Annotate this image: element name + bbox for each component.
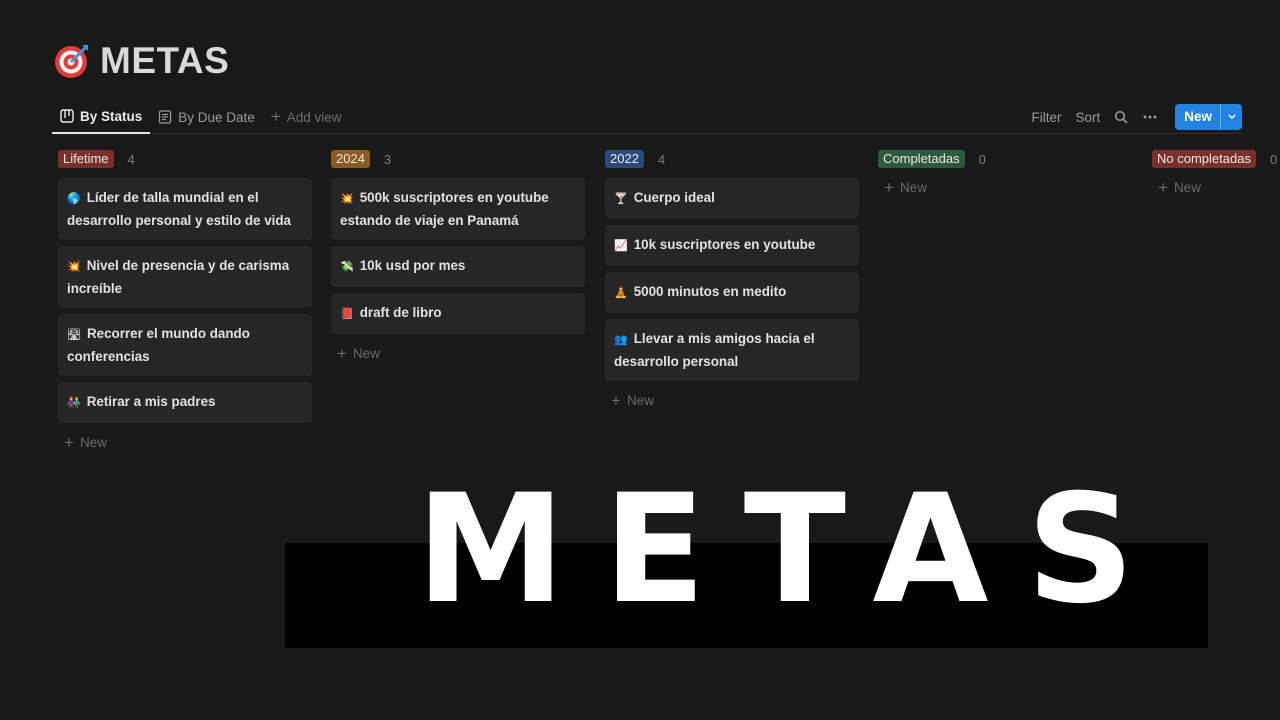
card-title: Llevar a mis amigos hacia el desarrollo … — [614, 331, 815, 369]
page-title: METAS — [54, 40, 229, 82]
overlay-title: METAS — [416, 463, 1173, 637]
filter-button[interactable]: Filter — [1024, 110, 1068, 125]
board-card[interactable]: 🧘 5000 minutos en medito — [605, 272, 859, 313]
board-card[interactable]: 🌎 Líder de talla mundial en el desarrollo… — [58, 178, 312, 240]
search-icon — [1115, 110, 1128, 124]
card-emoji-icon: 💥 — [340, 193, 354, 205]
card-emoji-icon: 🌎 — [67, 193, 81, 205]
plus-icon: + — [611, 390, 621, 410]
board-column: 2022 4 🍸 Cuerpo ideal 📈 10k suscriptores en y… — [605, 148, 859, 414]
card-emoji-icon: 📕 — [340, 308, 354, 320]
add-card-button[interactable]: + New — [1152, 174, 1280, 201]
card-title: Cuerpo ideal — [633, 190, 715, 205]
card-emoji-icon: 🍸 — [614, 193, 628, 205]
document-icon — [159, 110, 172, 124]
plus-icon: + — [270, 107, 281, 126]
new-button-label: New — [1184, 109, 1212, 124]
view-bar: By Status By Due Date + Add view Filter … — [52, 100, 1242, 134]
add-card-button[interactable]: + New — [878, 174, 1132, 201]
column-count: 3 — [383, 151, 392, 167]
add-view-button[interactable]: + Add view — [263, 100, 350, 134]
add-card-button[interactable]: + New — [605, 387, 859, 414]
add-view-label: Add view — [286, 109, 342, 125]
new-button[interactable]: New — [1175, 104, 1242, 130]
page-title-text: METAS — [100, 40, 230, 81]
add-card-label: New — [79, 435, 107, 450]
tab-label: By Status — [80, 108, 143, 124]
column-count: 4 — [127, 151, 135, 167]
plus-icon: + — [337, 343, 347, 363]
view-tabs: By Status By Due Date + Add view — [52, 100, 350, 134]
more-button[interactable] — [1135, 110, 1165, 124]
sort-button[interactable]: Sort — [1068, 110, 1107, 125]
add-card-label: New — [626, 393, 654, 408]
card-title: Líder de talla mundial en el desarrollo … — [67, 190, 291, 228]
board-card[interactable]: 👫 Retirar a mis padres — [58, 382, 312, 423]
add-card-label: New — [352, 346, 380, 361]
board-card[interactable]: 📕 draft de libro — [331, 293, 585, 334]
card-emoji-icon: 💥 — [67, 261, 81, 273]
chevron-down-icon — [1227, 114, 1236, 120]
column-count: 0 — [978, 151, 986, 167]
new-dropdown-button[interactable] — [1220, 104, 1242, 130]
add-card-button[interactable]: + New — [58, 429, 312, 456]
plus-icon: + — [64, 432, 74, 452]
card-title: draft de libro — [359, 305, 442, 320]
board-card[interactable]: 💥 Nivel de presencia y de carisma increíb… — [58, 246, 312, 308]
card-emoji-icon: 👥 — [614, 334, 628, 346]
plus-icon: + — [884, 177, 894, 197]
add-card-label: New — [1173, 180, 1201, 195]
board-card[interactable]: 🍸 Cuerpo ideal — [605, 178, 859, 219]
card-title: Retirar a mis padres — [86, 394, 216, 409]
kanban-board: Lifetime 4 🌎 Líder de talla mundial en el d… — [58, 148, 1280, 468]
card-emoji-icon: 🧘 — [614, 287, 628, 299]
add-card-label: New — [899, 180, 927, 195]
column-count: 0 — [1269, 151, 1278, 167]
column-header: Lifetime 4 — [58, 148, 312, 170]
board-column: Completadas 0 + New — [878, 148, 1132, 201]
board-card[interactable]: 📈 10k suscriptores en youtube — [605, 225, 859, 266]
card-title: Recorrer el mundo dando conferencias — [67, 326, 250, 364]
view-toolbar: Filter Sort New — [1024, 100, 1242, 134]
board-icon — [60, 109, 74, 123]
card-emoji-icon: 🛣 — [67, 329, 81, 341]
status-tag[interactable]: No completadas — [1152, 150, 1256, 168]
column-header: Completadas 0 — [878, 148, 1132, 170]
card-title: 500k suscriptores en youtube estando de … — [340, 190, 549, 228]
status-tag[interactable]: 2022 — [605, 150, 644, 168]
board-column: 2024 3 💥 500k suscriptores en youtube estan… — [331, 148, 585, 367]
board-card[interactable]: 💥 500k suscriptores en youtube estando de… — [331, 178, 585, 240]
column-header: No completadas 0 — [1152, 148, 1280, 170]
card-title: Nivel de presencia y de carisma increíbl… — [67, 258, 290, 296]
board-column: No completadas 0 + New — [1152, 148, 1280, 201]
card-title: 10k suscriptores en youtube — [633, 237, 816, 252]
target-icon — [55, 45, 88, 78]
board-column: Lifetime 4 🌎 Líder de talla mundial en el d… — [58, 148, 312, 456]
card-emoji-icon: 📈 — [614, 240, 628, 252]
column-header: 2024 3 — [331, 148, 585, 170]
board-card[interactable]: 🛣 Recorrer el mundo dando conferencias — [58, 314, 312, 376]
column-header: 2022 4 — [605, 148, 859, 170]
status-tag[interactable]: Completadas — [878, 150, 965, 168]
column-count: 4 — [657, 151, 666, 167]
tab-label: By Due Date — [178, 109, 255, 125]
board-card[interactable]: 👥 Llevar a mis amigos hacia el desarrollo… — [605, 319, 859, 381]
ellipsis-icon — [1143, 115, 1157, 119]
tab-by-status[interactable]: By Status — [52, 100, 151, 134]
status-tag[interactable]: 2024 — [331, 150, 370, 168]
add-card-button[interactable]: + New — [331, 340, 585, 367]
card-emoji-icon: 💸 — [340, 261, 354, 273]
notion-board-page: METAS By Status By Due Date + Add view F… — [0, 0, 1280, 720]
card-emoji-icon: 👫 — [67, 397, 81, 409]
tab-by-due-date[interactable]: By Due Date — [150, 100, 263, 134]
board-card[interactable]: 💸 10k usd por mes — [331, 246, 585, 287]
search-button[interactable] — [1107, 110, 1135, 124]
card-title: 10k usd por mes — [359, 258, 466, 273]
card-title: 5000 minutos en medito — [633, 284, 787, 299]
plus-icon: + — [1158, 177, 1168, 197]
status-tag[interactable]: Lifetime — [58, 150, 114, 168]
